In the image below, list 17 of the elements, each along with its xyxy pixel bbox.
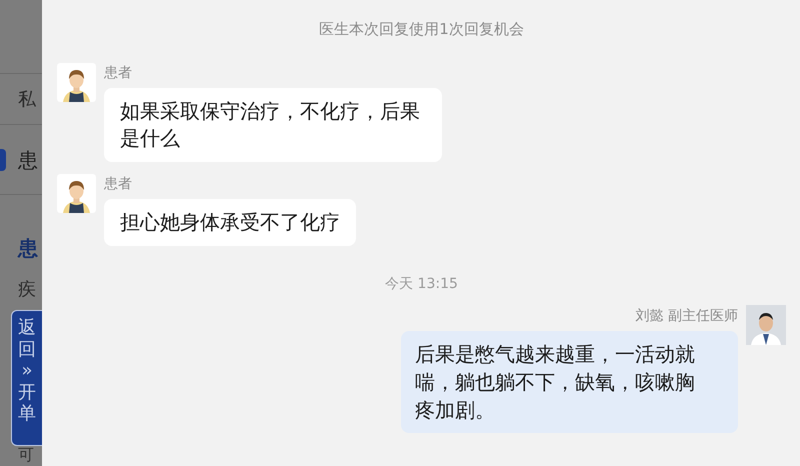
message-bubble: 后果是憋气越来越重，一活动就喘，躺也躺不下，缺氧，咳嗽胸疼加剧。 xyxy=(401,330,738,432)
avatar-icon xyxy=(746,304,786,344)
menu-item[interactable]: 疾 xyxy=(18,276,36,303)
sender-name: 患者 xyxy=(104,174,132,192)
message-bubble: 如果采取保守治疗，不化疗，后果是什么 xyxy=(104,88,442,162)
section-heading: 患 xyxy=(18,235,38,262)
sender-name: 刘懿 副主任医师 xyxy=(636,306,738,324)
message-bubble: 担心她身体承受不了化疗 xyxy=(104,198,356,246)
selection-marker xyxy=(0,149,6,171)
return-button[interactable]: 返回»开单 xyxy=(11,310,42,446)
sender-name: 患者 xyxy=(104,64,132,82)
avatar-icon xyxy=(57,62,96,102)
notice-text: 医生本次回复使用1次回复机会 xyxy=(318,19,525,40)
avatar-icon xyxy=(57,174,96,212)
menu-item[interactable]: 患 xyxy=(18,144,38,174)
menu-item[interactable]: 私 xyxy=(18,86,36,112)
timestamp: 今天 13:15 xyxy=(385,274,458,294)
